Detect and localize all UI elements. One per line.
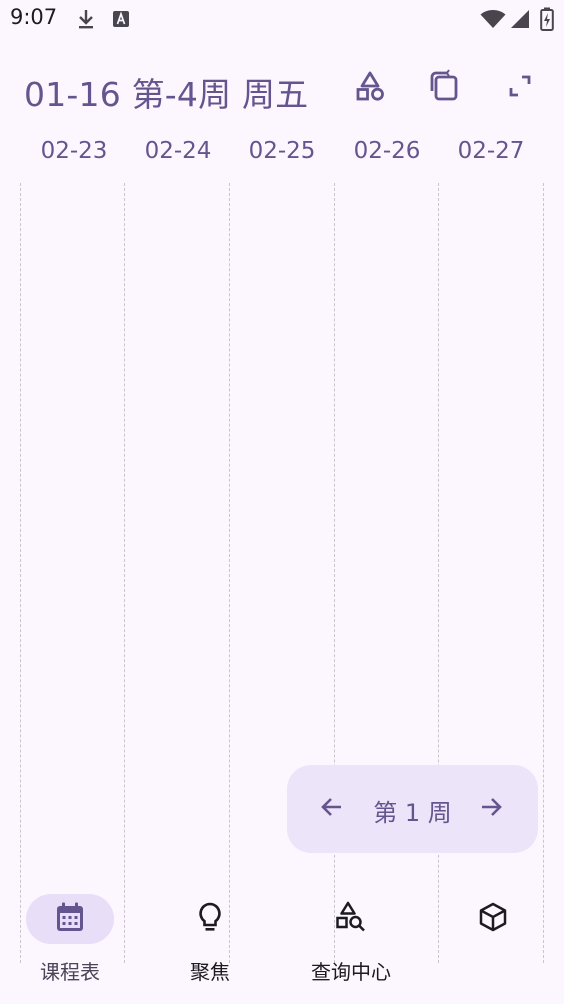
grid-divider [124,183,125,963]
prev-week-button[interactable] [317,794,347,824]
bottom-nav: 课程表 聚焦 查询中心 [0,880,564,1004]
grid-divider [20,183,21,963]
lightbulb-icon [195,901,225,937]
week-switcher: 第 1 周 [287,765,538,853]
nav-label-schedule: 课程表 [40,960,100,984]
nav-item-query-center[interactable]: 查询中心 [281,880,421,990]
status-bar: 9:07 [0,0,564,38]
grid-divider [543,183,544,963]
nav-indicator [307,894,395,944]
shapes-search-icon [334,900,368,938]
arrow-right-icon [478,794,504,824]
nav-item-more[interactable] [422,880,564,990]
nav-indicator [449,894,537,944]
signal-icon [510,9,530,33]
a-box-icon [112,10,130,32]
nav-label-focus: 聚焦 [190,960,230,984]
grid-divider [229,183,230,963]
cube-icon [477,901,509,937]
copy-rotate-button[interactable] [426,69,462,107]
nav-item-focus[interactable]: 聚焦 [140,880,280,990]
day-label-5: 02-27 [457,138,525,164]
download-icon [76,8,96,34]
nav-indicator [166,894,254,944]
day-label-4: 02-26 [353,138,421,164]
shapes-button[interactable] [352,70,388,106]
app-screen: 9:07 01-16 第-4周 周五 02-23 02-24 02-25 02-… [0,0,564,1004]
week-label[interactable]: 第 1 周 [357,793,468,828]
next-week-button[interactable] [476,794,506,824]
day-label-2: 02-24 [144,138,212,164]
day-label-3: 02-25 [248,138,316,164]
calendar-icon [54,901,86,937]
shapes-icon [354,70,386,106]
nav-label-query-center: 查询中心 [311,960,391,984]
fullscreen-button[interactable] [502,70,538,106]
copy-rotate-icon [427,69,461,107]
status-time: 9:07 [10,5,58,29]
page-title[interactable]: 01-16 第-4周 周五 [24,68,308,116]
wifi-icon [480,9,506,33]
day-label-1: 02-23 [40,138,108,164]
arrow-left-icon [319,794,345,824]
fullscreen-icon [505,71,535,105]
nav-item-schedule[interactable]: 课程表 [0,880,140,990]
nav-indicator-active [26,894,114,944]
battery-charging-icon [540,7,554,35]
